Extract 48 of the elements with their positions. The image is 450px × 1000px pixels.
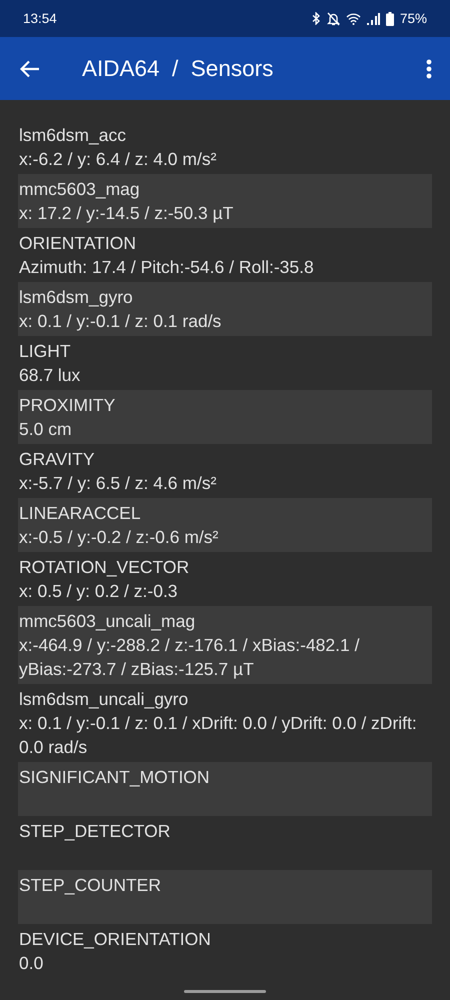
sensor-row[interactable]: SIGNIFICANT_MOTION	[18, 762, 432, 816]
sensor-name: LIGHT	[19, 340, 72, 363]
sensor-value: 0.0	[19, 952, 44, 970]
sensor-value: x: 0.5 / y: 0.2 / z:-0.3	[19, 580, 179, 603]
sensor-value: x: 0.1 / y:-0.1 / z: 0.1 rad/s	[19, 310, 222, 333]
sensor-value: Azimuth: 17.4 / Pitch:-54.6 / Roll:-35.8	[19, 256, 315, 279]
sensor-name: mmc5603_uncali_mag	[19, 610, 196, 633]
sensor-name: lsm6dsm_acc	[19, 124, 127, 147]
sensor-row[interactable]: STEP_COUNTER	[18, 870, 432, 924]
sensor-row[interactable]: DEVICE_ORIENTATION 0.0	[18, 924, 432, 970]
sensor-row[interactable]: GRAVITY x:-5.7 / y: 6.5 / z: 4.6 m/s²	[18, 444, 432, 498]
more-icon	[426, 58, 432, 78]
sensor-row[interactable]: STEP_DETECTOR	[18, 816, 432, 870]
sensor-value: x: 17.2 / y:-14.5 / z:-50.3 µT	[19, 202, 234, 225]
sensor-name: PROXIMITY	[19, 394, 116, 417]
sensor-row[interactable]: LINEARACCEL x:-0.5 / y:-0.2 / z:-0.6 m/s²	[18, 498, 432, 552]
battery-percent: 75%	[400, 11, 427, 26]
back-arrow-icon	[20, 60, 40, 78]
sensor-name: GRAVITY	[19, 448, 96, 471]
sensor-name: lsm6dsm_gyro	[19, 286, 134, 309]
sensor-value: x:-5.7 / y: 6.5 / z: 4.6 m/s²	[19, 472, 218, 495]
sensor-row[interactable]: LIGHT 68.7 lux	[18, 336, 432, 390]
sensor-value: 68.7 lux	[19, 364, 82, 387]
sensor-name: mmc5603_mag	[19, 178, 141, 201]
sensor-name: ROTATION_VECTOR	[19, 556, 190, 579]
sensor-name: STEP_DETECTOR	[19, 820, 172, 843]
sensor-value: x:-6.2 / y: 6.4 / z: 4.0 m/s²	[19, 148, 218, 171]
sensor-name: DEVICE_ORIENTATION	[19, 928, 212, 951]
bell-off-icon	[326, 12, 340, 26]
sensor-value: x: 0.1 / y:-0.1 / z: 0.1 / xDrift: 0.0 / yDrift: 0.0 / zDrift: 0.0 rad/s	[19, 712, 418, 759]
sensor-value: 5.0 cm	[19, 418, 73, 441]
sensor-name: ORIENTATION	[19, 232, 137, 255]
gesture-handle[interactable]	[184, 990, 266, 993]
bluetooth-icon	[312, 12, 321, 25]
sensor-row[interactable]: lsm6dsm_uncali_gyro x: 0.1 / y:-0.1 / z: 0.1 / xDrift: 0.0 / yDrift: 0.0 / zDrift: 0.0 rad/s	[18, 684, 432, 762]
clock: 13:54	[23, 11, 58, 26]
sensor-row[interactable]: mmc5603_mag x: 17.2 / y:-14.5 / z:-50.3 µT	[18, 174, 432, 228]
signal-icon	[366, 12, 380, 24]
sensor-value: x:-0.5 / y:-0.2 / z:-0.6 m/s²	[19, 526, 220, 549]
sensor-row[interactable]: PROXIMITY 5.0 cm	[18, 390, 432, 444]
battery-icon	[386, 12, 394, 26]
sensor-name: SIGNIFICANT_MOTION	[19, 766, 211, 789]
app-title: AIDA64 / Sensors	[82, 56, 274, 82]
sensor-row[interactable]: lsm6dsm_gyro x: 0.1 / y:-0.1 / z: 0.1 rad/s	[18, 282, 432, 336]
sensor-name: LINEARACCEL	[19, 502, 142, 525]
sensor-name: STEP_COUNTER	[19, 874, 162, 897]
sensor-name: lsm6dsm_uncali_gyro	[19, 688, 190, 711]
wifi-icon	[346, 12, 361, 24]
